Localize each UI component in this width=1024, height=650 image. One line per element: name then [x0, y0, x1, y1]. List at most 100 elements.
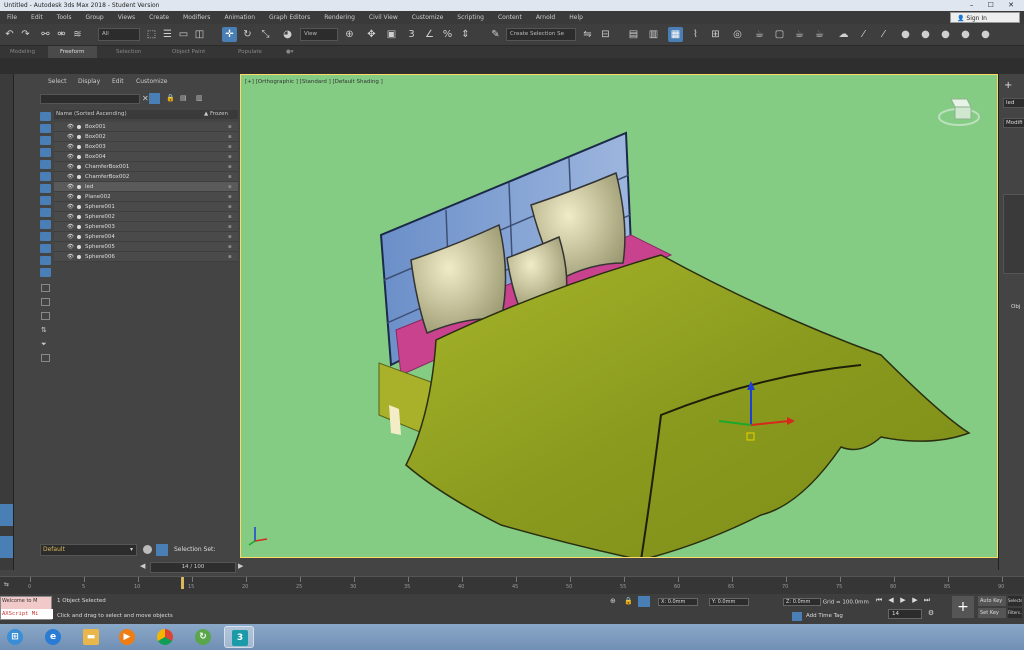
sort-icon[interactable]: ⇅: [41, 326, 47, 334]
absolute-mode-icon[interactable]: [638, 596, 650, 607]
y-field[interactable]: Y: 0.0mm: [709, 598, 749, 606]
frozen-icon[interactable]: ▪: [228, 122, 232, 132]
list-item[interactable]: 👁 ChamferBox002 ▪: [54, 172, 238, 182]
edit-named-selection-icon[interactable]: ✎: [488, 27, 503, 42]
create-icon[interactable]: +: [1004, 80, 1012, 91]
isolate-selection-icon[interactable]: ⊕: [610, 597, 616, 605]
explorer-menu-customize[interactable]: Customize: [136, 78, 168, 85]
timeline-track[interactable]: ⇆ 0 5 10 15 20 25 30 35 40 45 50 55 60 6…: [0, 576, 1024, 594]
tab-selection[interactable]: Selection: [116, 46, 141, 58]
layer-dropdown[interactable]: Default: [40, 544, 137, 556]
chevron-down-icon[interactable]: ▾: [130, 546, 133, 553]
display-geometry-icon[interactable]: [40, 148, 51, 157]
toggle-scene-explorer-icon[interactable]: ▤: [626, 27, 641, 42]
taskbar-3dsmax[interactable]: 3: [224, 626, 254, 648]
schematic-view-icon[interactable]: ⊞: [708, 27, 723, 42]
tab-populate[interactable]: Populate: [238, 46, 262, 58]
display-frozen-icon[interactable]: [40, 268, 51, 277]
list-item[interactable]: 👁 Plane002 ▪: [54, 192, 238, 202]
visibility-icon[interactable]: 👁: [67, 242, 74, 252]
align-icon[interactable]: ⊟: [598, 27, 613, 42]
menu-views[interactable]: Views: [111, 11, 142, 24]
list-item[interactable]: 👁 Sphere002 ▪: [54, 212, 238, 222]
visibility-icon[interactable]: 👁: [67, 152, 74, 162]
menu-scripting[interactable]: Scripting: [450, 11, 491, 24]
filter-icon[interactable]: [149, 93, 160, 104]
select-manipulate-icon[interactable]: ✥: [364, 27, 379, 42]
spinner-snap-icon[interactable]: ⇕: [458, 27, 473, 42]
visibility-icon[interactable]: 👁: [67, 212, 74, 222]
display-containers-icon[interactable]: [40, 256, 51, 265]
hierarchy-icon[interactable]: ▥: [196, 94, 203, 102]
frozen-icon[interactable]: ▪: [228, 162, 232, 172]
list-item[interactable]: 👁 ChamferBox001 ▪: [54, 162, 238, 172]
visibility-icon[interactable]: 👁: [67, 192, 74, 202]
funnel-icon[interactable]: ⏷: [41, 340, 47, 349]
visibility-icon[interactable]: 👁: [67, 182, 74, 192]
add-time-tag[interactable]: Add Time Tag: [806, 613, 843, 619]
toggle-ribbon-icon[interactable]: ▦: [668, 27, 683, 42]
tab-modeling[interactable]: Modeling: [10, 46, 35, 58]
clear-search-icon[interactable]: ✕: [142, 94, 149, 103]
menu-group[interactable]: Group: [78, 11, 110, 24]
selected-dropdown[interactable]: Selected: [1008, 596, 1022, 606]
display-cameras-icon[interactable]: [40, 184, 51, 193]
play-icon[interactable]: ▶: [898, 596, 908, 605]
visibility-icon[interactable]: 👁: [67, 122, 74, 132]
window-crossing-icon[interactable]: ◫: [192, 27, 207, 42]
previous-frame-icon[interactable]: ◀: [886, 596, 896, 605]
z-field[interactable]: Z: 0.0mm: [783, 598, 821, 606]
display-lights-icon[interactable]: [40, 172, 51, 181]
visibility-icon[interactable]: 👁: [67, 222, 74, 232]
display-children-icon[interactable]: [41, 312, 50, 320]
display-all-icon[interactable]: [40, 124, 51, 133]
select-and-place-icon[interactable]: ◕: [280, 27, 295, 42]
display-last-results-icon[interactable]: [41, 298, 50, 306]
selection-set-icon[interactable]: [156, 544, 168, 556]
visibility-icon[interactable]: 👁: [67, 162, 74, 172]
display-extra-icon[interactable]: [41, 354, 50, 362]
visibility-icon[interactable]: 👁: [67, 142, 74, 152]
menu-create[interactable]: Create: [142, 11, 176, 24]
named-selection-sets-dropdown[interactable]: Create Selection Se: [506, 28, 576, 41]
rectangular-selection-icon[interactable]: ▭: [176, 27, 191, 42]
list-item[interactable]: 👁 Box001 ▪: [54, 122, 238, 132]
lock-icon[interactable]: 🔒: [166, 94, 175, 102]
undo-icon[interactable]: ↶: [2, 27, 17, 42]
visibility-icon[interactable]: 👁: [67, 172, 74, 182]
render-setup-icon[interactable]: ☕: [752, 27, 767, 42]
bind-space-warp-icon[interactable]: ≋: [70, 27, 85, 42]
toggle-layer-explorer-icon[interactable]: ▥: [646, 27, 661, 42]
frozen-icon[interactable]: ▪: [228, 232, 232, 242]
frozen-icon[interactable]: ▪: [228, 252, 232, 262]
link-icon[interactable]: ⚯: [38, 27, 53, 42]
percent-snap-icon[interactable]: %: [440, 27, 455, 42]
time-config-icon[interactable]: ⚙: [926, 609, 936, 618]
layer-toggle-icon[interactable]: ▤: [180, 94, 187, 102]
menu-civil-view[interactable]: Civil View: [362, 11, 405, 24]
extra-tool-b-icon[interactable]: ●: [918, 27, 933, 42]
select-object-icon[interactable]: ⬚: [144, 27, 159, 42]
render-production-icon[interactable]: ☕: [792, 27, 807, 42]
select-and-scale-icon[interactable]: ⤡: [258, 27, 273, 42]
sign-in-dropdown[interactable]: 👤 Sign In: [950, 12, 1020, 23]
explorer-menu-edit[interactable]: Edit: [112, 78, 124, 85]
mirror-icon[interactable]: ⇋: [580, 27, 595, 42]
selection-filter-dropdown[interactable]: All: [98, 28, 140, 41]
tab-freeform[interactable]: Freeform: [48, 46, 97, 58]
extra-tool-d-icon[interactable]: ●: [958, 27, 973, 42]
redo-icon[interactable]: ↷: [18, 27, 33, 42]
menu-animation[interactable]: Animation: [217, 11, 262, 24]
menu-content[interactable]: Content: [491, 11, 529, 24]
display-bones-icon[interactable]: [40, 244, 51, 253]
explorer-menu-display[interactable]: Display: [78, 78, 100, 85]
viewport-layout-tab-b[interactable]: [0, 536, 13, 558]
frozen-icon[interactable]: ▪: [228, 192, 232, 202]
menu-edit[interactable]: Edit: [24, 11, 50, 24]
keyboard-shortcut-icon[interactable]: ▣: [384, 27, 399, 42]
display-hidden-icon[interactable]: [41, 284, 50, 292]
display-xrefs-icon[interactable]: [40, 232, 51, 241]
current-frame-field[interactable]: 14: [888, 609, 922, 619]
display-groups-icon[interactable]: [40, 220, 51, 229]
taskbar-ie[interactable]: e: [38, 626, 68, 648]
